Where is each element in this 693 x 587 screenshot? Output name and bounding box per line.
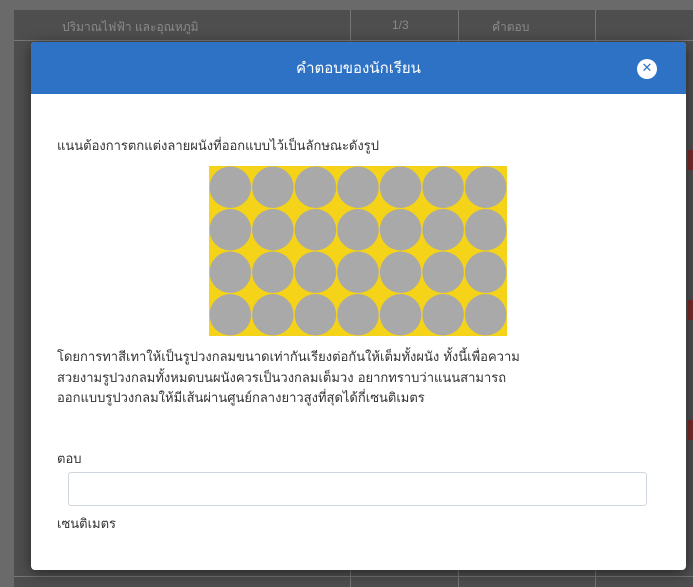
question-body-line: ออกแบบรูปวงกลมให้มีเส้นผ่านศูนย์กลางยาวส…	[57, 391, 425, 406]
student-answer-modal: คำตอบของนักเรียน ✕ แนนต้องการตกแต่งลายผน…	[31, 42, 686, 570]
table-cell-edge	[688, 150, 693, 170]
unit-label: เซนติเมตร	[57, 517, 117, 532]
gray-circle	[464, 251, 507, 293]
modal-title: คำตอบของนักเรียน	[296, 59, 421, 77]
gray-circle	[294, 251, 337, 293]
gray-circle	[422, 294, 464, 336]
gray-circle	[294, 166, 337, 208]
gray-circle	[379, 294, 422, 336]
table-cell-edge	[688, 420, 693, 440]
table-cell-edge	[688, 300, 693, 320]
gray-circle	[464, 294, 507, 336]
gray-circle	[252, 294, 294, 336]
gray-circle	[294, 209, 337, 251]
gray-circle	[422, 209, 464, 251]
question-intro: แนนต้องการตกแต่งลายผนังที่ออกแบบไว้เป็นล…	[57, 139, 379, 154]
gray-circle	[337, 251, 379, 293]
question-body-line: โดยการทาสีเทาให้เป็นรูปวงกลมขนาดเท่ากันเ…	[57, 350, 520, 365]
close-icon: ✕	[641, 61, 653, 76]
table-row-divider	[14, 576, 693, 577]
modal-header: คำตอบของนักเรียน ✕	[31, 42, 686, 94]
circle-pattern-figure	[209, 166, 507, 336]
gray-circle	[209, 166, 252, 208]
gray-circle	[252, 166, 294, 208]
gray-circle	[337, 166, 379, 208]
question-body: โดยการทาสีเทาให้เป็นรูปวงกลมขนาดเท่ากันเ…	[57, 348, 657, 410]
gray-circle	[209, 294, 252, 336]
gray-circle	[209, 209, 252, 251]
question-body-line: สวยงามรูปวงกลมทั้งหมดบนผนังควรเป็นวงกลมเ…	[57, 370, 507, 386]
gray-circle	[337, 209, 379, 251]
table-row-divider	[14, 40, 693, 41]
background-row-title: ปริมาณไฟฟ้า และอุณหภูมิ	[62, 20, 199, 34]
gray-circle	[209, 251, 252, 293]
gray-circle	[252, 209, 294, 251]
close-button[interactable]: ✕	[637, 59, 657, 79]
answer-label: ตอบ	[57, 452, 82, 467]
gray-circle	[422, 166, 464, 208]
gray-circle	[294, 294, 337, 336]
gray-circle	[379, 209, 422, 251]
gray-circle	[379, 251, 422, 293]
gray-circle	[252, 251, 294, 293]
gray-circle	[422, 251, 464, 293]
background-row-status: คำตอบ	[492, 20, 530, 34]
answer-input[interactable]	[68, 472, 647, 506]
gray-circle	[337, 294, 379, 336]
gray-circle	[464, 209, 507, 251]
background-row-fraction: 1/3	[392, 18, 409, 32]
gray-circle	[464, 166, 507, 208]
gray-circle	[379, 166, 422, 208]
